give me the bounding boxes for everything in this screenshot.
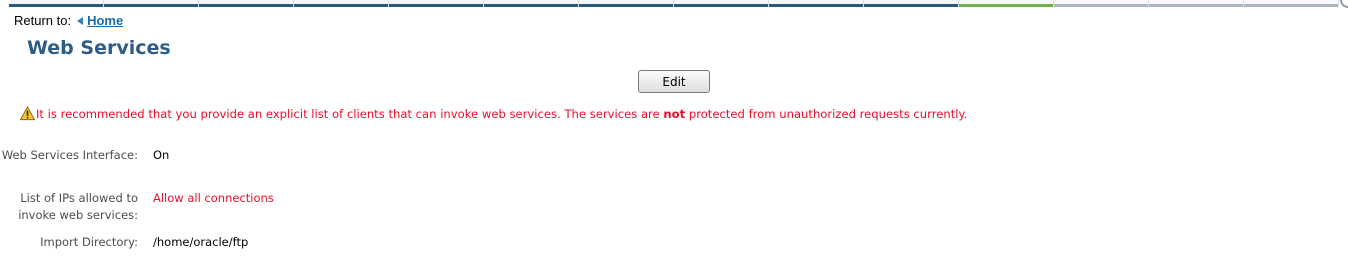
nav-tab-segment[interactable] bbox=[864, 0, 959, 7]
nav-tab-segment[interactable] bbox=[294, 0, 389, 7]
property-row-allowed-ips: List of IPs allowed to invoke web servic… bbox=[0, 190, 274, 224]
property-row-web-services-interface: Web Services Interface: On bbox=[0, 147, 170, 164]
property-row-import-directory: Import Directory: /home/oracle/ftp bbox=[0, 234, 248, 251]
property-label: List of IPs allowed to invoke web servic… bbox=[18, 191, 138, 222]
home-link[interactable]: Home bbox=[87, 13, 123, 28]
web-services-page: Return to: Home Web Services Edit It is … bbox=[0, 0, 1348, 274]
edit-button[interactable]: Edit bbox=[638, 70, 710, 93]
nav-tab-segment[interactable] bbox=[674, 0, 769, 7]
warning-triangle-icon bbox=[20, 106, 35, 121]
nav-tab-segment[interactable] bbox=[1149, 0, 1244, 7]
nav-tab-segment[interactable] bbox=[484, 0, 579, 7]
nav-tab-segment[interactable] bbox=[1054, 0, 1149, 7]
top-navigation-strip bbox=[9, 0, 1339, 7]
security-warning: It is recommended that you provide an ex… bbox=[20, 106, 967, 121]
nav-tab-segment[interactable] bbox=[104, 0, 199, 7]
nav-tab-segment[interactable] bbox=[579, 0, 674, 7]
nav-tab-segment[interactable] bbox=[199, 0, 294, 7]
property-value: On bbox=[153, 148, 170, 162]
warning-emphasis: not bbox=[663, 106, 686, 121]
nav-tab-segment[interactable] bbox=[1244, 0, 1339, 7]
warning-message: It is recommended that you provide an ex… bbox=[36, 107, 967, 121]
breadcrumb: Return to: Home bbox=[14, 13, 123, 28]
nav-tab-segment[interactable] bbox=[769, 0, 864, 7]
nav-tab-segment[interactable] bbox=[9, 0, 104, 7]
page-title: Web Services bbox=[27, 37, 171, 59]
edit-button-label: Edit bbox=[662, 74, 686, 89]
property-label: Import Directory: bbox=[40, 235, 138, 249]
warning-text-after: protected from unauthorized requests cur… bbox=[685, 106, 968, 121]
return-label: Return to: bbox=[14, 13, 72, 28]
back-arrow-icon bbox=[77, 16, 84, 25]
nav-tab-segment-active[interactable] bbox=[959, 0, 1054, 7]
property-value: /home/oracle/ftp bbox=[153, 235, 249, 249]
property-value: Allow all connections bbox=[153, 191, 274, 205]
property-label: Web Services Interface: bbox=[1, 148, 138, 162]
window-corner-mark bbox=[1340, 0, 1348, 8]
nav-tab-segment[interactable] bbox=[389, 0, 484, 7]
warning-text-before: It is recommended that you provide an ex… bbox=[36, 106, 664, 121]
